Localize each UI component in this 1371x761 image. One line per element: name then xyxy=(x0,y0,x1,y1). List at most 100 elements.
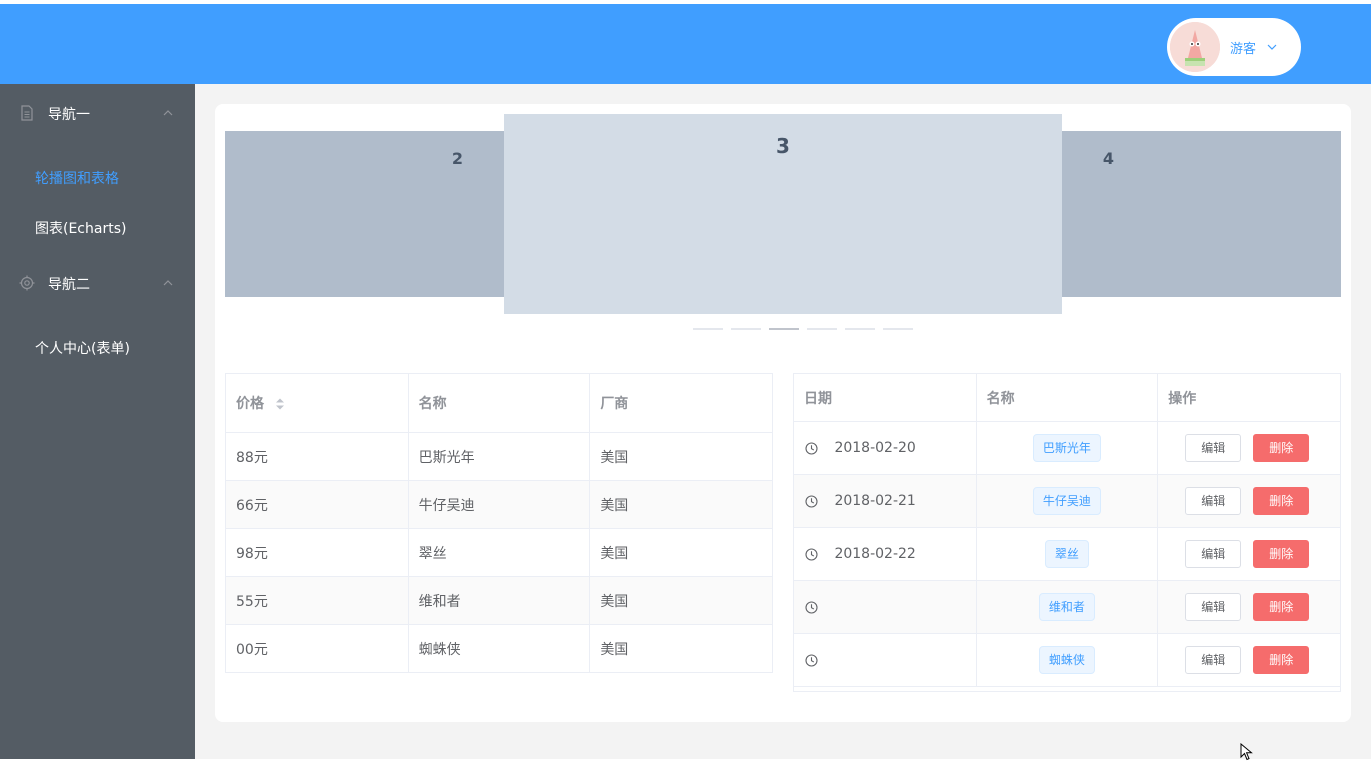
cell-vendor: 美国 xyxy=(589,480,773,529)
cell-name: 蜘蛛侠 xyxy=(407,624,591,673)
name-tag: 牛仔吴迪 xyxy=(1032,487,1101,515)
column-header-vendor: 厂商 xyxy=(589,373,773,433)
cell-name: 翠丝 xyxy=(407,528,591,577)
cell-price: 66元 xyxy=(225,480,409,529)
clock-icon xyxy=(805,600,818,614)
table-row: 66元 牛仔吴迪 美国 xyxy=(225,480,773,529)
table-row: 蜘蛛侠 编辑 删除 xyxy=(793,633,1341,687)
cell-actions: 编辑 删除 xyxy=(1157,421,1341,475)
edit-button[interactable]: 编辑 xyxy=(1185,646,1242,674)
cell-vendor: 美国 xyxy=(589,576,773,625)
table-footer-gap xyxy=(793,686,1341,692)
table-header-row: 日期 名称 操作 xyxy=(793,373,1341,422)
date-table: 日期 名称 操作 2018-02-20 巴斯光年 编辑 删除 2018-02-21… xyxy=(793,373,1341,687)
column-header-name: 名称 xyxy=(975,373,1159,422)
delete-button[interactable]: 删除 xyxy=(1253,540,1310,568)
table-row: 98元 翠丝 美国 xyxy=(225,528,773,577)
cell-name: 维和者 xyxy=(975,580,1159,634)
table-row: 55元 维和者 美国 xyxy=(225,576,773,625)
table-row: 2018-02-22 翠丝 编辑 删除 xyxy=(793,527,1341,581)
edit-button[interactable]: 编辑 xyxy=(1185,434,1242,462)
cell-name: 巴斯光年 xyxy=(975,421,1159,475)
avatar[interactable] xyxy=(1170,22,1220,72)
cell-price: 88元 xyxy=(225,432,409,481)
gear-icon xyxy=(19,275,35,291)
cell-vendor: 美国 xyxy=(589,528,773,577)
table-row: 维和者 编辑 删除 xyxy=(793,580,1341,634)
cell-actions: 编辑 删除 xyxy=(1157,580,1341,634)
cell-actions: 编辑 删除 xyxy=(1157,527,1341,581)
carousel-slide-prev[interactable]: 2 xyxy=(225,131,504,297)
nav-group-1[interactable]: 导航一 xyxy=(0,85,195,141)
user-name[interactable]: 游客 xyxy=(1230,38,1256,57)
clock-icon xyxy=(805,547,818,561)
delete-button[interactable]: 删除 xyxy=(1253,434,1310,462)
cell-date xyxy=(793,633,977,687)
cell-date: 2018-02-22 xyxy=(793,527,977,581)
sidebar-item-profile[interactable]: 个人中心(表单) xyxy=(0,324,194,374)
clock-icon xyxy=(805,441,818,455)
sidebar-item-charts[interactable]: 图表(Echarts) xyxy=(0,204,194,254)
cell-vendor: 美国 xyxy=(589,624,773,673)
carousel-indicator[interactable] xyxy=(883,328,913,330)
carousel-indicator[interactable] xyxy=(693,328,723,330)
chevron-up-icon xyxy=(163,280,173,286)
cell-name: 巴斯光年 xyxy=(407,432,591,481)
cell-price: 00元 xyxy=(225,624,409,673)
cell-date xyxy=(793,580,977,634)
user-menu[interactable]: 游客 xyxy=(1167,18,1301,76)
carousel-indicator[interactable] xyxy=(807,328,837,330)
price-table: 价格 名称 厂商 88元 巴斯光年 美国 66元 牛仔吴迪 美国 98元 翠丝 … xyxy=(225,373,773,673)
cell-actions: 编辑 删除 xyxy=(1157,474,1341,528)
cell-date: 2018-02-20 xyxy=(793,421,977,475)
edit-button[interactable]: 编辑 xyxy=(1185,540,1242,568)
cell-vendor: 美国 xyxy=(589,432,773,481)
carousel-slide-active[interactable]: 3 xyxy=(504,114,1062,314)
table-row: 88元 巴斯光年 美国 xyxy=(225,432,773,481)
table-row: 2018-02-21 牛仔吴迪 编辑 删除 xyxy=(793,474,1341,528)
chevron-down-icon[interactable] xyxy=(1266,41,1278,53)
slide-label: 2 xyxy=(451,149,464,168)
carousel-indicator-active[interactable] xyxy=(769,328,799,330)
delete-button[interactable]: 删除 xyxy=(1253,646,1310,674)
name-tag: 蜘蛛侠 xyxy=(1038,646,1095,674)
delete-button[interactable]: 删除 xyxy=(1253,487,1310,515)
sidebar-item-carousel-table[interactable]: 轮播图和表格 xyxy=(0,154,194,204)
main-content: 2 4 3 价格 名称 厂商 88元 巴斯光年 美国 66元 牛仔吴迪 美国 9… xyxy=(195,84,1371,759)
carousel-indicator[interactable] xyxy=(845,328,875,330)
carousel-slide-next[interactable]: 4 xyxy=(1062,131,1341,297)
edit-button[interactable]: 编辑 xyxy=(1185,487,1242,515)
cell-name: 牛仔吴迪 xyxy=(975,474,1159,528)
table-header-row: 价格 名称 厂商 xyxy=(225,373,773,433)
cell-price: 98元 xyxy=(225,528,409,577)
sidebar: 导航一 轮播图和表格 图表(Echarts) 导航二 个人中心(表单) xyxy=(0,84,195,759)
table-row: 2018-02-20 巴斯光年 编辑 删除 xyxy=(793,421,1341,475)
delete-button[interactable]: 删除 xyxy=(1253,593,1310,621)
clock-icon xyxy=(805,653,818,667)
slide-label: 3 xyxy=(776,134,790,158)
name-tag: 巴斯光年 xyxy=(1032,434,1101,462)
nav-group-label: 导航一 xyxy=(48,107,90,123)
chevron-up-icon xyxy=(163,110,173,116)
cell-name: 牛仔吴迪 xyxy=(407,480,591,529)
table-row: 00元 蜘蛛侠 美国 xyxy=(225,624,773,673)
cell-actions: 编辑 删除 xyxy=(1157,633,1341,687)
top-header: 游客 xyxy=(0,4,1371,84)
name-tag: 翠丝 xyxy=(1044,540,1089,568)
name-tag: 维和者 xyxy=(1038,593,1095,621)
column-header-price[interactable]: 价格 xyxy=(225,373,409,433)
cell-name: 翠丝 xyxy=(975,527,1159,581)
mouse-cursor-icon xyxy=(1240,743,1253,761)
clock-icon xyxy=(805,494,818,508)
cell-date: 2018-02-21 xyxy=(793,474,977,528)
sort-icon[interactable] xyxy=(275,397,285,411)
column-header-actions: 操作 xyxy=(1157,373,1341,422)
document-icon xyxy=(21,105,33,121)
carousel-indicators xyxy=(693,328,913,330)
cell-name: 蜘蛛侠 xyxy=(975,633,1159,687)
edit-button[interactable]: 编辑 xyxy=(1185,593,1242,621)
nav-group-2[interactable]: 导航二 xyxy=(0,255,195,311)
carousel-indicator[interactable] xyxy=(731,328,761,330)
column-header-date: 日期 xyxy=(793,373,977,422)
nav-group-label: 导航二 xyxy=(48,277,90,293)
